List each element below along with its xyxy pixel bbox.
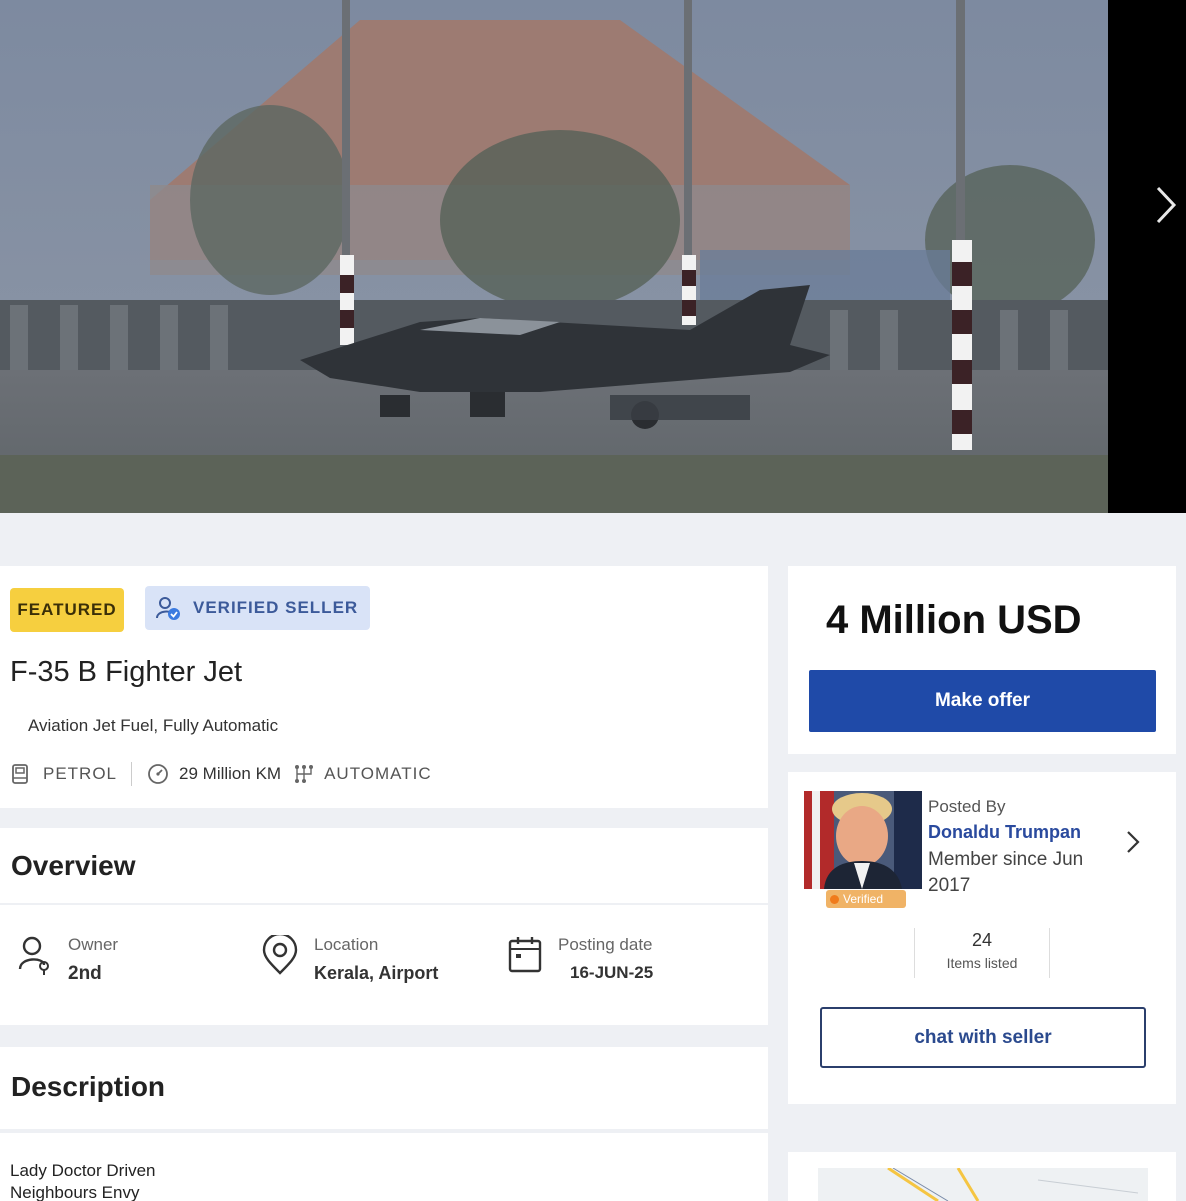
price-label: 4 Million USD bbox=[826, 598, 1082, 642]
spec-fuel: PETROL bbox=[10, 762, 117, 786]
fuel-pump-icon bbox=[12, 764, 28, 784]
seller-avatar[interactable] bbox=[804, 791, 922, 889]
listing-subtitle: Aviation Jet Fuel, Fully Automatic bbox=[28, 716, 279, 735]
overview-heading-card: Overview bbox=[0, 828, 768, 903]
spec-transmission-label: AUTOMATIC bbox=[324, 764, 432, 783]
items-count: 24 bbox=[971, 930, 993, 950]
spec-fuel-label: PETROL bbox=[43, 764, 118, 783]
chevron-right-icon bbox=[1156, 186, 1177, 224]
overview-owner: Owner 2nd bbox=[18, 935, 118, 985]
spec-divider bbox=[131, 762, 133, 786]
seller-photo bbox=[804, 791, 922, 889]
description-heading: Description bbox=[11, 1071, 166, 1102]
spec-row: PETROL 29 Million KM AUTOMATIC bbox=[10, 762, 432, 786]
member-since: Member since Jun 2017 bbox=[928, 849, 1084, 896]
location-map[interactable] bbox=[818, 1168, 1148, 1201]
spec-distance: 29 Million KM bbox=[146, 762, 281, 786]
location-pin-icon bbox=[262, 935, 298, 975]
image-gallery bbox=[0, 0, 1186, 513]
overview-location: Location Kerala, Airport bbox=[262, 935, 438, 984]
verified-seller-label: VERIFIED SELLER bbox=[193, 598, 359, 617]
calendar-icon bbox=[508, 937, 542, 973]
chat-with-seller-button[interactable]: chat with seller bbox=[820, 1007, 1146, 1068]
seller-name-link[interactable]: Donaldu Trumpan bbox=[928, 822, 1081, 843]
description-line: Lady Doctor Driven bbox=[10, 1161, 156, 1180]
posting-date-value: 16-JUN-25 bbox=[570, 963, 654, 982]
make-offer-button[interactable]: Make offer bbox=[809, 670, 1156, 732]
verified-user-icon bbox=[156, 597, 180, 620]
spec-distance-label: 29 Million KM bbox=[179, 764, 282, 783]
spec-transmission: AUTOMATIC bbox=[293, 763, 432, 785]
posted-by-label: Posted By bbox=[928, 797, 1006, 816]
owner-label: Owner bbox=[68, 935, 119, 954]
gear-shift-icon bbox=[295, 765, 314, 783]
next-image-button[interactable] bbox=[1146, 160, 1186, 250]
items-listed-stat: 24 Items listed bbox=[914, 928, 1050, 978]
owner-value: 2nd bbox=[68, 963, 102, 984]
description-line: Neighbours Envy bbox=[10, 1183, 140, 1201]
posting-date-label: Posting date bbox=[558, 935, 653, 954]
overview-posting-date: Posting date 16-JUN-25 bbox=[508, 935, 653, 983]
location-label: Location bbox=[314, 935, 379, 954]
overview-details: Owner 2nd Location Kerala, Airport Posti… bbox=[0, 905, 768, 1025]
description-heading-card: Description bbox=[0, 1047, 768, 1129]
location-value: Kerala, Airport bbox=[314, 963, 439, 983]
listing-photo bbox=[0, 0, 1108, 513]
listing-summary-card: FEATURED VERIFIED SELLER F-35 B Fighter … bbox=[0, 566, 768, 808]
description-text: Lady Doctor Driven Neighbours Envy bbox=[10, 1160, 156, 1201]
listing-title: F-35 B Fighter Jet bbox=[10, 656, 243, 688]
seller-verified-tag: Verified bbox=[826, 890, 906, 908]
verified-seller-badge: VERIFIED SELLER bbox=[145, 586, 370, 630]
chevron-right-icon[interactable] bbox=[1122, 828, 1144, 856]
verified-dot-icon bbox=[830, 894, 839, 904]
overview-heading: Overview bbox=[11, 850, 136, 881]
owner-person-icon bbox=[18, 936, 49, 975]
items-label: Items listed bbox=[946, 955, 1018, 971]
odometer-icon bbox=[148, 764, 168, 784]
verified-tag-label: Verified bbox=[843, 892, 884, 906]
featured-badge: FEATURED bbox=[10, 588, 124, 632]
